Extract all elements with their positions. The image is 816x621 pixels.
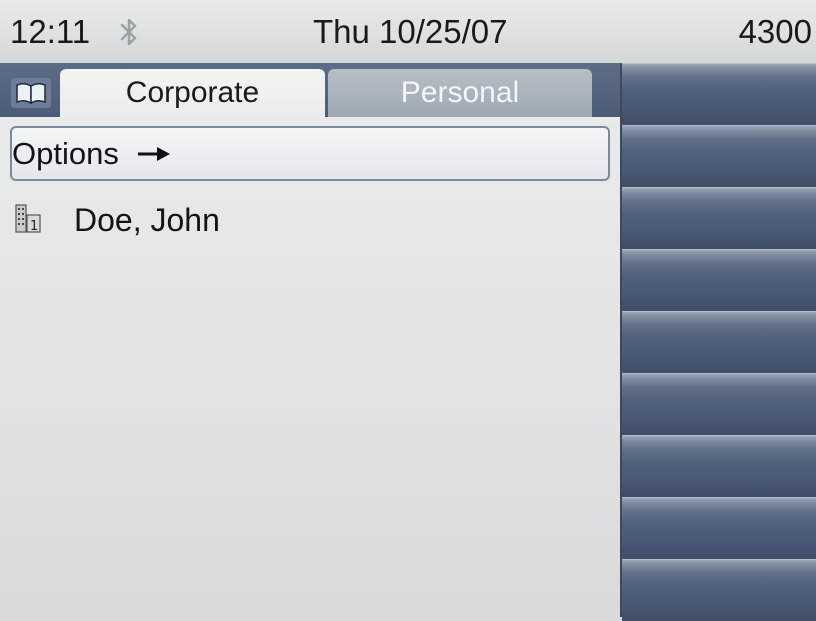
building-icon: 1	[15, 204, 41, 233]
status-extension: 4300	[738, 13, 812, 50]
options-label: Options	[12, 136, 119, 171]
entry-name: Doe, John	[74, 202, 220, 238]
softkey-9[interactable]	[622, 559, 816, 621]
main-panel: Corporate Personal Options 1 Doe, John	[0, 63, 620, 617]
tab-strip: Corporate Personal	[0, 63, 620, 117]
list-item[interactable]: 1 Doe, John	[10, 195, 610, 245]
softkey-7[interactable]	[622, 435, 816, 497]
softkey-6[interactable]	[622, 373, 816, 435]
status-date: Thu 10/25/07	[313, 13, 508, 50]
bluetooth-icon	[120, 18, 137, 46]
softkey-5[interactable]	[622, 311, 816, 373]
softkey-panel	[620, 63, 816, 621]
phonebook-icon	[11, 77, 51, 108]
svg-text:1: 1	[30, 219, 38, 233]
phonebook-tab[interactable]	[6, 68, 56, 117]
right-arrow-icon	[138, 147, 170, 161]
tab-corporate[interactable]: Corporate	[60, 69, 325, 117]
softkey-8[interactable]	[622, 497, 816, 559]
softkey-2[interactable]	[622, 125, 816, 187]
softkey-4[interactable]	[622, 249, 816, 311]
tab-personal[interactable]: Personal	[328, 69, 592, 117]
status-time: 12:11	[10, 13, 91, 50]
options-button[interactable]: Options	[10, 126, 610, 181]
softkey-1[interactable]	[622, 63, 816, 125]
softkey-3[interactable]	[622, 187, 816, 249]
status-bar: 12:11 Thu 10/25/07 4300	[0, 0, 816, 63]
